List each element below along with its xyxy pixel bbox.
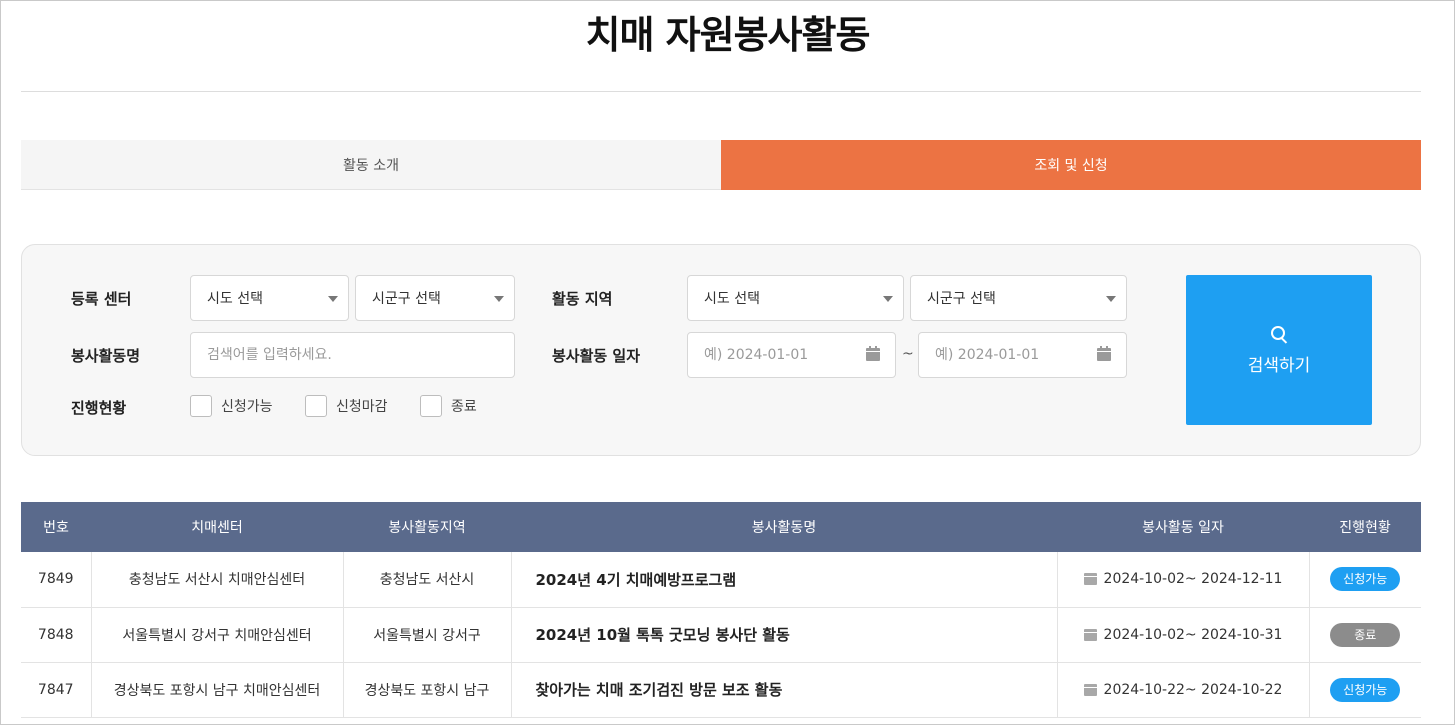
header-activity-name: 봉사활동명: [511, 502, 1057, 552]
date-text: 2024-10-02~ 2024-10-31: [1103, 626, 1283, 643]
table-header-row: 번호 치매센터 봉사활동지역 봉사활동명 봉사활동 일자 진행현황: [21, 502, 1421, 552]
search-button-label: 검색하기: [1247, 355, 1311, 376]
cell-center: 서울특별시 강서구 치매안심센터: [91, 607, 344, 663]
status-badge: 신청가능: [1330, 677, 1401, 702]
status-option-label: 종료: [451, 399, 477, 415]
status-option-label: 신청가능: [221, 399, 273, 415]
date-to-input[interactable]: [918, 332, 1127, 378]
search-icon: [1269, 325, 1289, 345]
status-checkbox-closed[interactable]: 신청마감: [305, 395, 388, 417]
cell-date: 2024-10-02~ 2024-10-31: [1057, 607, 1310, 663]
calendar-icon: [1083, 573, 1097, 586]
center-label: 등록 센터: [71, 290, 132, 308]
region-sigungu-value: 시군구 선택: [927, 291, 996, 307]
tab-bar: 활동 소개 조회 및 신청: [21, 140, 1421, 190]
cell-date: 2024-10-22~ 2024-10-22: [1057, 662, 1310, 718]
chevron-down-icon: [883, 296, 893, 302]
cell-center: 충청남도 서산시 치매안심센터: [91, 552, 344, 608]
date-from-field: [687, 332, 896, 378]
search-button[interactable]: 검색하기: [1186, 275, 1372, 425]
cell-center: 경상북도 포항시 남구 치매안심센터: [91, 662, 344, 718]
title-divider: [21, 91, 1421, 92]
activity-name-input[interactable]: [190, 332, 515, 378]
header-number: 번호: [21, 502, 91, 552]
center-sigungu-value: 시군구 선택: [372, 291, 441, 307]
table-row[interactable]: 7849 충청남도 서산시 치매안심센터 충청남도 서산시 2024년 4기 치…: [21, 552, 1421, 608]
cell-region: 경상북도 포항시 남구: [343, 662, 512, 718]
cell-date: 2024-10-02~ 2024-12-11: [1057, 552, 1310, 608]
date-text: 2024-10-22~ 2024-10-22: [1103, 681, 1283, 698]
search-panel: 등록 센터 시도 선택 시군구 선택 활동 지역 시도 선택 시군구 선택 봉사…: [21, 244, 1421, 456]
center-sido-value: 시도 선택: [207, 291, 263, 307]
status-option-label: 신청마감: [336, 399, 388, 415]
region-label: 활동 지역: [552, 290, 613, 308]
header-status: 진행현황: [1309, 502, 1421, 552]
tab-search-apply[interactable]: 조회 및 신청: [721, 140, 1421, 190]
calendar-icon: [1083, 628, 1097, 641]
region-sigungu-select[interactable]: 시군구 선택: [910, 275, 1127, 321]
cell-status: 신청가능: [1309, 662, 1421, 718]
date-text: 2024-10-02~ 2024-12-11: [1103, 571, 1283, 588]
center-sido-select[interactable]: 시도 선택: [190, 275, 349, 321]
checkbox-box[interactable]: [305, 395, 327, 417]
cell-activity-name[interactable]: 2024년 4기 치매예방프로그램: [511, 552, 1058, 608]
table-row[interactable]: 7848 서울특별시 강서구 치매안심센터 서울특별시 강서구 2024년 10…: [21, 607, 1421, 663]
status-checkbox-open[interactable]: 신청가능: [190, 395, 273, 417]
header-center: 치매센터: [91, 502, 343, 552]
activity-date-label: 봉사활동 일자: [552, 347, 641, 365]
status-badge: 신청가능: [1330, 567, 1401, 592]
date-to-field: [918, 332, 1127, 378]
status-label: 진행현황: [71, 399, 127, 417]
cell-activity-name[interactable]: 2024년 10월 톡톡 굿모닝 봉사단 활동: [511, 607, 1058, 663]
date-from-input[interactable]: [687, 332, 896, 378]
status-badge: 종료: [1330, 622, 1401, 647]
calendar-icon: [1083, 683, 1097, 696]
status-checkbox-ended[interactable]: 종료: [420, 395, 477, 417]
checkbox-box[interactable]: [190, 395, 212, 417]
cell-status: 신청가능: [1309, 552, 1421, 608]
cell-activity-name[interactable]: 찾아가는 치매 조기검진 방문 보조 활동: [511, 662, 1058, 718]
header-activity-date: 봉사활동 일자: [1057, 502, 1309, 552]
table-row[interactable]: 7847 경상북도 포항시 남구 치매안심센터 경상북도 포항시 남구 찾아가는…: [21, 662, 1421, 718]
cell-number: 7849: [21, 552, 92, 608]
cell-number: 7847: [21, 662, 92, 718]
center-sigungu-select[interactable]: 시군구 선택: [355, 275, 515, 321]
page-title: 치매 자원봉사활동: [585, 13, 871, 57]
activity-name-label: 봉사활동명: [71, 347, 141, 365]
tab-activity-intro[interactable]: 활동 소개: [21, 140, 721, 190]
region-sido-select[interactable]: 시도 선택: [687, 275, 904, 321]
region-sido-value: 시도 선택: [704, 291, 760, 307]
activity-table: 번호 치매센터 봉사활동지역 봉사활동명 봉사활동 일자 진행현황 7849 충…: [21, 502, 1421, 718]
chevron-down-icon: [1106, 296, 1116, 302]
header-region: 봉사활동지역: [343, 502, 511, 552]
calendar-icon[interactable]: [866, 346, 880, 361]
cell-region: 서울특별시 강서구: [343, 607, 512, 663]
cell-number: 7848: [21, 607, 92, 663]
calendar-icon[interactable]: [1097, 346, 1111, 361]
chevron-down-icon: [328, 296, 338, 302]
cell-region: 충청남도 서산시: [343, 552, 512, 608]
date-range-separator: ~: [902, 346, 914, 362]
checkbox-box[interactable]: [420, 395, 442, 417]
chevron-down-icon: [494, 296, 504, 302]
cell-status: 종료: [1309, 607, 1421, 663]
